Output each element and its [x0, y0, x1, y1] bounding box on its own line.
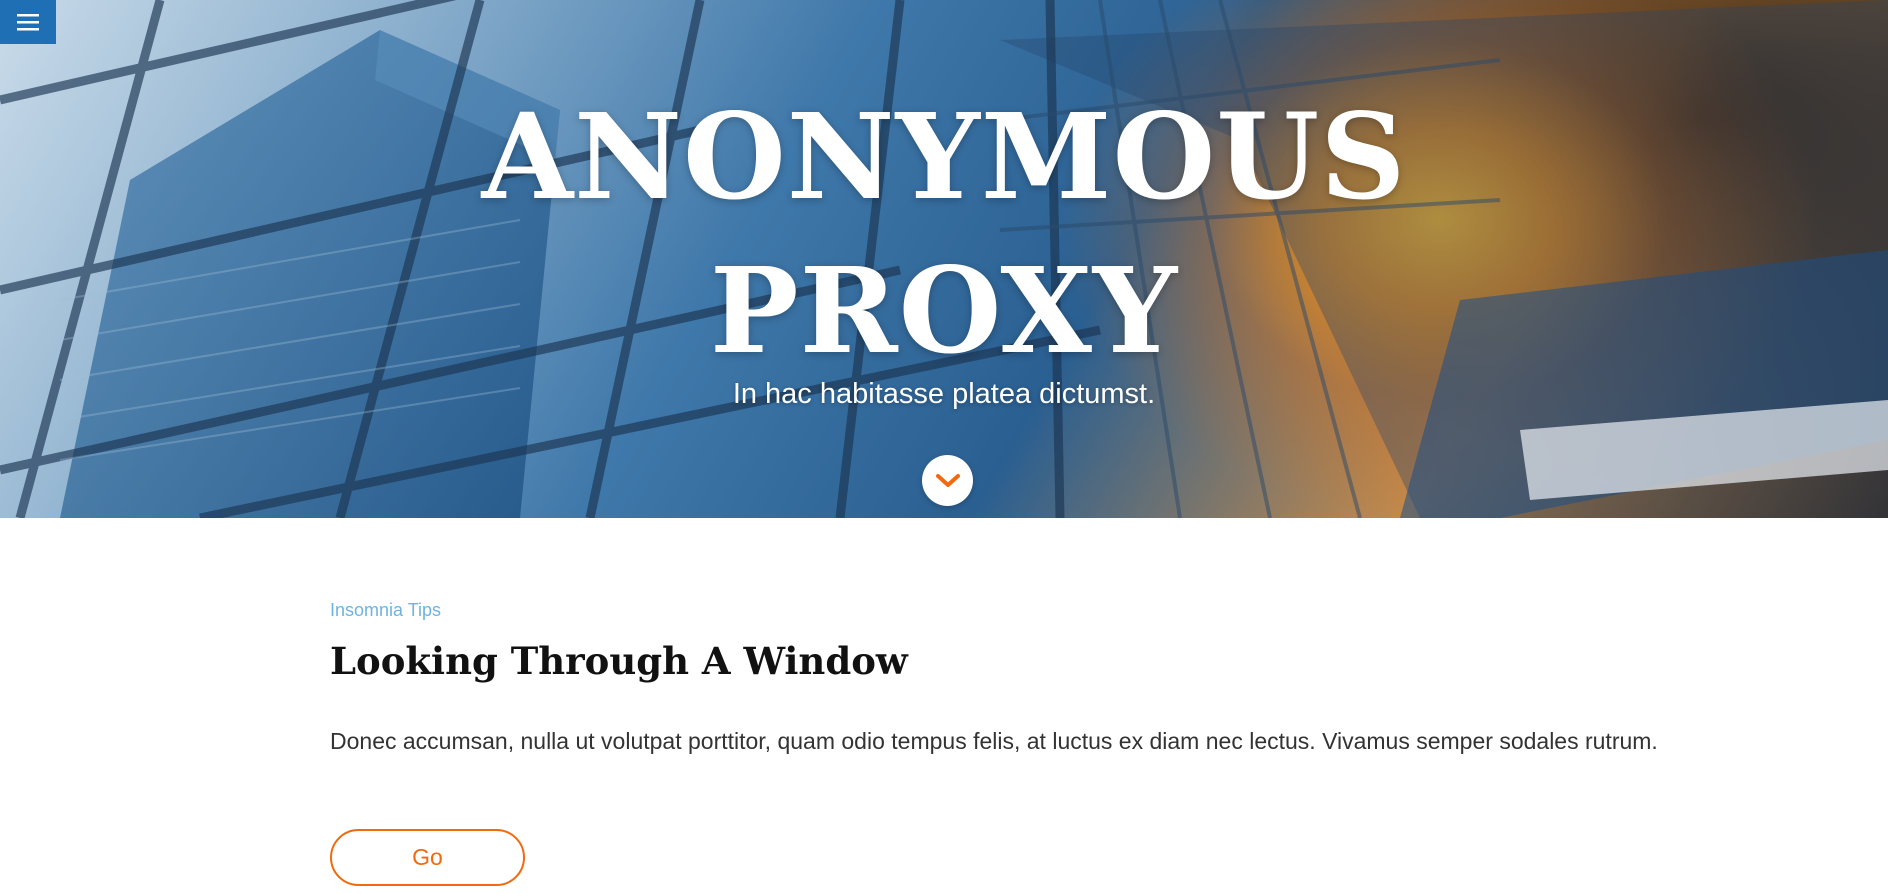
hero-title: ANONYMOUS PROXY	[0, 80, 1888, 388]
post-title: Looking Through A Window	[330, 639, 908, 683]
post-section: Insomnia Tips Looking Through A Window D…	[330, 600, 1660, 759]
hero-title-line-1: ANONYMOUS	[481, 87, 1407, 226]
chevron-down-icon	[935, 473, 960, 487]
go-button[interactable]: Go	[330, 829, 525, 886]
hero-subtitle: In hac habitasse platea dictumst.	[732, 378, 1156, 410]
menu-button[interactable]	[0, 0, 56, 44]
post-excerpt: Donec accumsan, nulla ut volutpat portti…	[330, 728, 1658, 754]
hamburger-menu-icon	[17, 14, 39, 31]
scroll-down-button[interactable]	[922, 455, 973, 506]
hero-title-line-2: PROXY	[709, 241, 1179, 380]
hero-banner: ANONYMOUS PROXY In hac habitasse platea …	[0, 0, 1888, 518]
post-category-link[interactable]: Insomnia Tips	[330, 600, 1660, 621]
